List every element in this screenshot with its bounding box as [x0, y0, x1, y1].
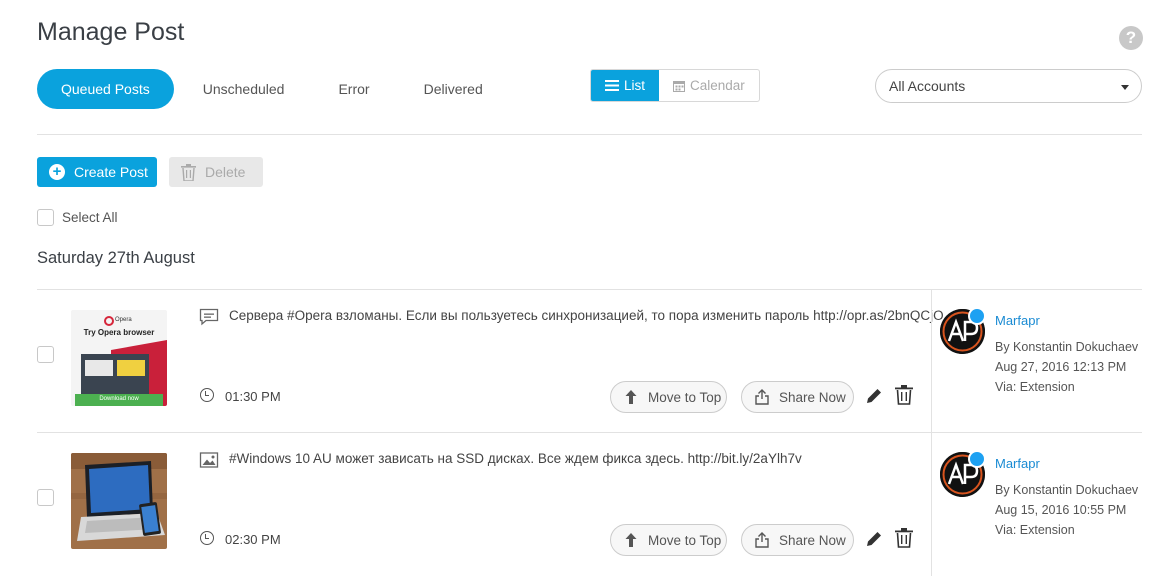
create-post-label: Create Post [74, 164, 148, 180]
delete-button[interactable]: Delete [169, 157, 263, 187]
post-text: #Windows 10 AU может зависать на SSD дис… [229, 451, 802, 466]
move-to-top-button[interactable]: Move to Top [610, 381, 727, 413]
twitter-icon [968, 307, 986, 325]
delete-label: Delete [205, 164, 246, 180]
post-meta: By Konstantin Dokuchaev Aug 15, 2016 10:… [995, 480, 1138, 540]
arrow-up-icon [625, 390, 637, 404]
calendar-view-label: Calendar [690, 78, 745, 93]
post-meta: By Konstantin Dokuchaev Aug 27, 2016 12:… [995, 337, 1138, 397]
chevron-down-icon [1121, 85, 1129, 90]
share-now-button[interactable]: Share Now [741, 524, 854, 556]
post-status-tabs: Queued Posts Unscheduled Error Delivered [37, 69, 508, 109]
side-divider [931, 290, 932, 433]
help-icon[interactable]: ? [1119, 26, 1143, 50]
tab-unscheduled[interactable]: Unscheduled [178, 69, 310, 109]
calendar-icon [673, 80, 686, 92]
thumb-headline: Try Opera browser [83, 328, 155, 337]
thumb-cta: Download now [99, 396, 139, 402]
share-now-button[interactable]: Share Now [741, 381, 854, 413]
share-now-label: Share Now [779, 389, 846, 405]
tab-error[interactable]: Error [313, 69, 394, 109]
post-date: Aug 15, 2016 10:55 PM [995, 503, 1127, 517]
image-icon [199, 452, 219, 468]
view-toggle: List Calendar [590, 69, 760, 102]
post-date: Aug 27, 2016 12:13 PM [995, 360, 1127, 374]
post-via: Via: Extension [995, 523, 1075, 537]
share-icon [755, 389, 769, 405]
post-thumbnail[interactable]: Opera Try Opera browser Download now [71, 310, 167, 406]
twitter-icon [968, 450, 986, 468]
share-now-label: Share Now [779, 532, 846, 548]
select-all-checkbox[interactable] [37, 209, 54, 226]
list-view-button[interactable]: List [591, 70, 660, 101]
account-name-link[interactable]: Marfapr [995, 313, 1040, 328]
thumb-brand: Opera [115, 317, 132, 323]
post-text: Сервера #Opera взломаны. Если вы пользуе… [229, 308, 944, 323]
date-group-heading: Saturday 27th August [37, 249, 195, 267]
select-all-label: Select All [62, 210, 118, 225]
post-checkbox[interactable] [37, 489, 54, 506]
account-name-link[interactable]: Marfapr [995, 456, 1040, 471]
post-row: Opera Try Opera browser Download now Сер… [37, 289, 1142, 433]
post-time: 02:30 PM [225, 532, 281, 547]
list-icon [605, 80, 619, 91]
tab-queued-posts[interactable]: Queued Posts [37, 69, 174, 109]
post-thumbnail[interactable] [71, 453, 167, 549]
create-post-button[interactable]: + Create Post [37, 157, 157, 187]
plus-icon: + [49, 164, 65, 180]
clock-icon [200, 388, 214, 402]
side-divider [931, 433, 932, 576]
move-to-top-button[interactable]: Move to Top [610, 524, 727, 556]
message-icon [199, 308, 219, 326]
avatar [940, 450, 986, 497]
post-time: 01:30 PM [225, 389, 281, 404]
calendar-view-button[interactable]: Calendar [659, 70, 759, 101]
select-all[interactable]: Select All [37, 209, 118, 226]
post-row: #Windows 10 AU может зависать на SSD дис… [37, 432, 1142, 576]
page-title: Manage Post [37, 18, 185, 46]
clock-icon [200, 531, 214, 545]
pencil-icon[interactable] [865, 387, 883, 405]
list-view-label: List [624, 78, 646, 93]
trash-icon[interactable] [895, 528, 913, 548]
account-filter-value: All Accounts [889, 78, 966, 94]
trash-icon [181, 163, 196, 181]
header-divider [37, 134, 1142, 135]
post-author: By Konstantin Dokuchaev [995, 340, 1139, 354]
laptop-photo-image [71, 453, 167, 549]
post-author: By Konstantin Dokuchaev [995, 483, 1139, 497]
post-checkbox[interactable] [37, 346, 54, 363]
account-filter-select[interactable]: All Accounts [875, 69, 1142, 103]
opera-ad-image [71, 310, 167, 406]
pencil-icon[interactable] [865, 530, 883, 548]
trash-icon[interactable] [895, 385, 913, 405]
share-icon [755, 532, 769, 548]
avatar [940, 307, 986, 354]
arrow-up-icon [625, 533, 637, 547]
post-via: Via: Extension [995, 380, 1075, 394]
tab-delivered[interactable]: Delivered [399, 69, 508, 109]
move-to-top-label: Move to Top [648, 389, 722, 405]
move-to-top-label: Move to Top [648, 532, 722, 548]
